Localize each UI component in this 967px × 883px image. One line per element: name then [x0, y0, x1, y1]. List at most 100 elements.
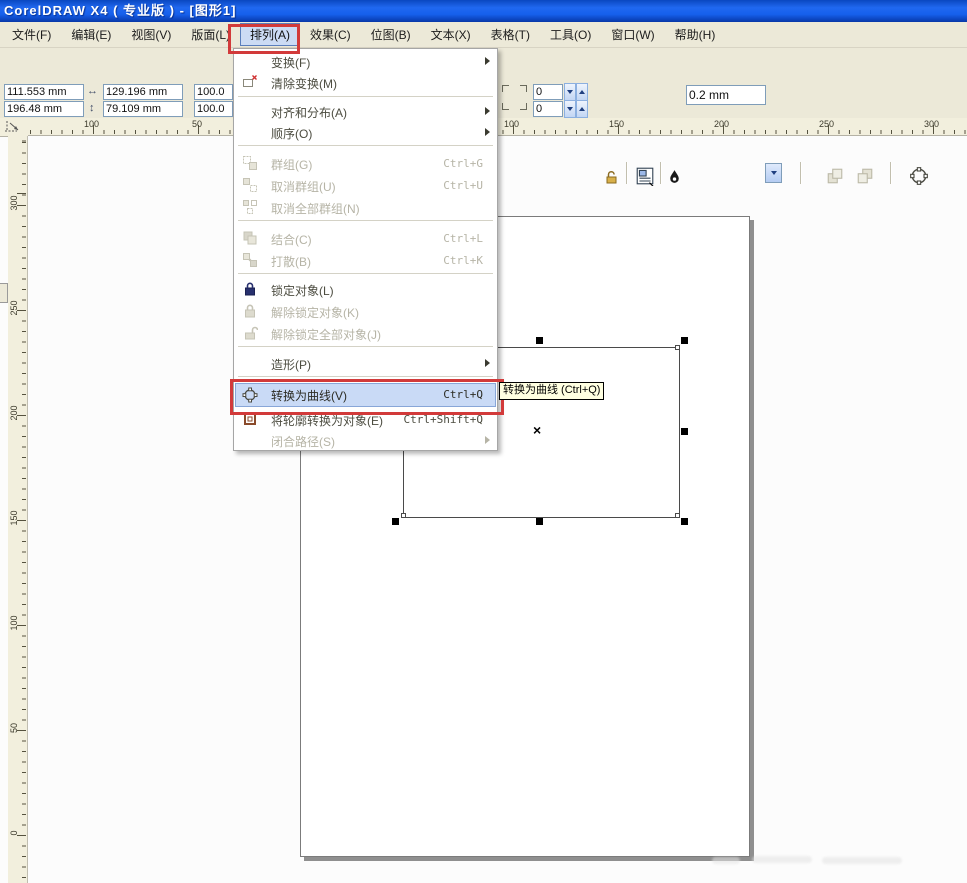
menu-effects[interactable]: 效果(C): [300, 23, 361, 46]
selection-handle-bottom-left[interactable]: [392, 518, 399, 525]
ungroup-all-icon: [242, 199, 258, 215]
menu-arrange[interactable]: 排列(A): [240, 23, 300, 46]
convert-to-curves-icon: [909, 166, 929, 186]
ruler-origin-icon: [4, 119, 24, 135]
submenu-arrow-icon: [485, 359, 490, 367]
corner-bracket-icon: [502, 103, 509, 110]
menu-item-order[interactable]: 顺序(O): [235, 121, 496, 143]
scale-x-field[interactable]: [194, 84, 233, 100]
corner-bracket-icon: [520, 85, 527, 92]
rect-corner-node[interactable]: [401, 513, 406, 518]
menu-item-shaping[interactable]: 造形(P): [235, 352, 496, 374]
hruler-label: 100: [84, 119, 99, 129]
vertical-size-icon: ↕: [89, 102, 95, 114]
menu-window[interactable]: 窗口(W): [601, 23, 664, 46]
window-title: CorelDRAW X4 ( 专业版 ) - [图形1]: [4, 3, 236, 18]
rect-corner-node[interactable]: [675, 345, 680, 350]
menu-bar: 文件(F) 编辑(E) 视图(V) 版面(L) 排列(A) 效果(C) 位图(B…: [0, 22, 967, 48]
menu-item-lock-object[interactable]: 锁定对象(L): [235, 278, 496, 300]
lock-ratio-button[interactable]: [598, 164, 624, 190]
tooltip-text: 转换为曲线 (Ctrl+Q): [503, 384, 600, 396]
hruler-label: 150: [609, 119, 624, 129]
wrap-text-button[interactable]: [632, 163, 658, 189]
watermark: [822, 857, 902, 864]
tooltip: 转换为曲线 (Ctrl+Q): [499, 382, 604, 400]
menu-item-clear-transform[interactable]: 清除变换(M): [235, 71, 496, 93]
vruler-label: 300: [9, 194, 19, 212]
spinner-up-button[interactable]: [576, 83, 588, 101]
vruler-label: 250: [9, 299, 19, 317]
menu-bitmaps[interactable]: 位图(B): [361, 23, 421, 46]
break-apart-icon: [242, 252, 258, 268]
menu-text[interactable]: 文本(X): [421, 23, 481, 46]
outline-pen-icon: [667, 169, 682, 186]
ruler-origin-corner[interactable]: [0, 118, 28, 137]
convert-to-curves-icon: [242, 387, 258, 403]
object-x-position-field[interactable]: [4, 84, 84, 100]
menu-item-outline-to-object[interactable]: 将轮廓转换为对象(E) Ctrl+Shift+Q: [235, 408, 496, 430]
hruler-label: 300: [924, 119, 939, 129]
selection-handle-top-right[interactable]: [681, 337, 688, 344]
outline-to-object-icon: [242, 411, 258, 427]
spinner-up-button[interactable]: [576, 100, 588, 118]
menu-item-transform[interactable]: 变换(F): [235, 50, 496, 72]
corner-radius-top-field[interactable]: [533, 84, 563, 100]
corner-radius-bottom-field[interactable]: [533, 101, 563, 117]
horizontal-size-icon: ↔: [87, 85, 98, 97]
lock-icon: [242, 281, 258, 297]
propbar-separator: [660, 162, 662, 184]
menu-item-close-path-disabled: 闭合路径(S): [235, 429, 496, 451]
object-height-field[interactable]: [103, 101, 183, 117]
menu-item-align-distribute[interactable]: 对齐和分布(A): [235, 100, 496, 122]
object-width-field[interactable]: [103, 84, 183, 100]
menu-item-group-disabled: 群组(G) Ctrl+G: [235, 152, 496, 174]
outline-pen-button[interactable]: [664, 164, 684, 190]
unlock-icon: [242, 303, 258, 319]
watermark: [712, 857, 740, 864]
menu-separator: [238, 273, 493, 274]
toolbox-edge-fragment: [0, 283, 8, 303]
watermark: [752, 856, 812, 863]
submenu-arrow-icon: [485, 57, 490, 65]
convert-to-curves-button[interactable]: [906, 163, 932, 189]
menu-separator: [238, 346, 493, 347]
arrange-dropdown-menu: 变换(F) 清除变换(M) 对齐和分布(A) 顺序(O) 群组(G) Ctrl+…: [233, 48, 498, 451]
selection-handle-top-center[interactable]: [536, 337, 543, 344]
menu-item-convert-to-curves[interactable]: 转换为曲线(V) Ctrl+Q: [235, 383, 496, 407]
object-y-position-field[interactable]: [4, 101, 84, 117]
menu-edit[interactable]: 编辑(E): [61, 23, 121, 46]
triangle-down-icon: [567, 107, 573, 111]
rect-corner-node[interactable]: [675, 513, 680, 518]
selection-center-marker[interactable]: ×: [533, 423, 541, 437]
to-front-button-disabled: [822, 163, 848, 189]
menu-item-unlock-object-disabled: 解除锁定对象(K): [235, 300, 496, 322]
submenu-arrow-icon: [485, 107, 490, 115]
outline-width-dropdown-button[interactable]: [765, 163, 782, 183]
menu-help[interactable]: 帮助(H): [665, 23, 726, 46]
selection-handle-mid-right[interactable]: [681, 428, 688, 435]
spinner-down-button[interactable]: [564, 100, 576, 118]
menu-view[interactable]: 视图(V): [121, 23, 181, 46]
spinner-down-button[interactable]: [564, 83, 576, 101]
menu-separator: [238, 376, 493, 377]
menu-item-ungroup-disabled: 取消群组(U) Ctrl+U: [235, 174, 496, 196]
menu-file[interactable]: 文件(F): [2, 23, 61, 46]
selection-handle-bottom-right[interactable]: [681, 518, 688, 525]
hruler-label: 50: [192, 119, 202, 129]
submenu-arrow-icon: [485, 436, 490, 444]
selection-handle-bottom-center[interactable]: [536, 518, 543, 525]
combine-icon: [242, 230, 258, 246]
menu-table[interactable]: 表格(T): [481, 23, 540, 46]
propbar-separator: [890, 162, 892, 184]
scale-y-field[interactable]: [194, 101, 233, 117]
hruler-label: 200: [714, 119, 729, 129]
vruler-label: 50: [9, 719, 19, 737]
menu-tools[interactable]: 工具(O): [540, 23, 601, 46]
order-front-icon: [826, 167, 844, 185]
vertical-ruler[interactable]: 300 250 200 150 100 50 0: [8, 136, 28, 883]
order-back-icon: [856, 167, 874, 185]
outline-width-combo[interactable]: [686, 85, 766, 105]
vruler-label: 200: [9, 404, 19, 422]
title-bar: CorelDRAW X4 ( 专业版 ) - [图形1]: [0, 0, 967, 22]
menu-layout[interactable]: 版面(L): [181, 23, 240, 46]
